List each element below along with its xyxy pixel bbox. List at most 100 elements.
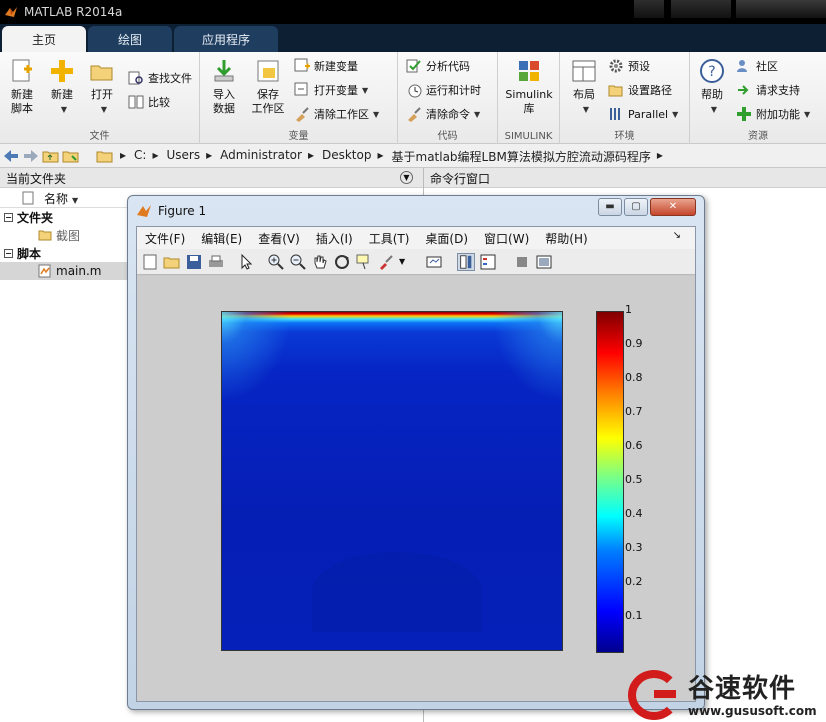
menu-window[interactable]: 窗口(W) [484,230,529,247]
save-workspace-button[interactable]: 保存 工作区 [246,58,290,128]
tab-home[interactable]: 主页 [2,26,86,52]
figure-close-button[interactable]: ✕ [650,198,696,216]
breadcrumb-item[interactable]: Administrator [220,148,302,165]
figure-window[interactable]: Figure 1 ▬ ▢ ✕ 文件(F) 编辑(E) 查看(V) 插入(I) 工… [127,195,705,710]
pointer-icon[interactable] [237,253,255,271]
tab-plots[interactable]: 绘图 [88,26,172,52]
open-button[interactable]: 打开 ▼ [82,58,122,128]
variable-group: 导入 数据 保存 工作区 新建变量 打开变量 ▼ 清除工作区 ▼ 变量 [200,52,398,144]
request-support-button[interactable]: 请求支持 [736,80,800,100]
minimize-button[interactable] [634,0,664,18]
legend-toggle-icon[interactable] [479,253,497,271]
svg-text:?: ? [708,64,715,80]
layout-icon [572,60,596,82]
addons-button[interactable]: 附加功能 ▼ [736,104,810,124]
new-script-button[interactable]: 新建 脚本 [2,58,42,128]
find-files-button[interactable]: 查找文件 [128,68,192,88]
data-cursor-icon[interactable] [355,253,373,271]
maximize-button[interactable] [671,0,731,18]
menu-help[interactable]: 帮助(H) [545,230,587,247]
menu-file[interactable]: 文件(F) [145,230,185,247]
new-figure-icon[interactable] [141,253,159,271]
colorbar-tick-label: 0.4 [625,507,643,520]
watermark: 谷速软件 www.gususoft.com [624,668,826,722]
preferences-button[interactable]: 预设 [608,56,650,76]
compare-button[interactable]: 比较 [128,92,170,112]
community-icon [737,60,747,72]
set-path-button[interactable]: 设置路径 [608,80,672,100]
clear-commands-icon [408,107,421,122]
colorbar-toggle-icon[interactable] [457,253,475,271]
show-plot-tools-icon[interactable] [535,253,553,271]
menu-insert[interactable]: 插入(I) [316,230,353,247]
panel-menu-icon[interactable]: ▼ [400,171,413,184]
collapse-icon[interactable]: − [4,248,13,258]
dock-arrow-icon[interactable]: ↘ [673,230,681,241]
parallel-button[interactable]: Parallel ▼ [608,104,678,124]
figure-minimize-button[interactable]: ▬ [598,198,622,216]
menu-desktop[interactable]: 桌面(D) [425,230,468,247]
breadcrumb-item[interactable]: C: [134,148,146,165]
import-icon [214,60,234,82]
velocity-field-plot[interactable] [221,311,563,651]
run-and-time-button[interactable]: 运行和计时 [406,80,481,100]
support-icon [738,85,749,95]
breadcrumb-item[interactable]: Desktop [322,148,372,165]
analyze-code-icon [406,59,421,73]
menu-edit[interactable]: 编辑(E) [201,230,242,247]
address-bar: ▸ C: ▸ Users ▸ Administrator ▸ Desktop ▸ 基于m… [0,144,826,168]
colorbar-tick-label: 0.5 [625,473,643,486]
matlab-script-icon [38,264,51,278]
file-group: 新建 脚本 新建 ▼ 打开 ▼ 查找文件 比较 文件 [0,52,200,144]
analyze-code-button[interactable]: 分析代码 [406,56,470,76]
layout-button[interactable]: 布局 ▼ [564,58,604,128]
watermark-url: www.gususoft.com [688,704,817,718]
rotate-3d-icon[interactable] [333,253,351,271]
breadcrumb-item[interactable]: Users [166,148,200,165]
import-data-button[interactable]: 导入 数据 [204,58,244,128]
collapse-icon[interactable]: − [4,212,13,222]
simulink-library-button[interactable]: Simulink 库 [504,58,554,128]
zoom-out-icon[interactable] [289,253,307,271]
colorbar-tick-label: 0.7 [625,405,643,418]
breadcrumb[interactable]: ▸ C: ▸ Users ▸ Administrator ▸ Desktop ▸ 基于m… [118,148,671,165]
forward-arrow-icon[interactable] [22,148,40,164]
help-icon: ? [700,59,724,83]
open-file-icon[interactable] [163,253,181,271]
matlab-logo-icon [137,205,151,217]
new-button[interactable]: 新建 ▼ [42,58,82,128]
tab-apps[interactable]: 应用程序 [174,26,278,52]
brush-data-icon[interactable] [377,253,395,271]
new-script-icon [12,59,32,82]
community-button[interactable]: 社区 [736,56,778,76]
save-icon[interactable] [185,253,203,271]
gear-icon [609,59,623,73]
pan-hand-icon[interactable] [311,253,329,271]
code-group: 分析代码 运行和计时 清除命令 ▼ 代码 [398,52,498,144]
print-icon[interactable] [207,253,225,271]
colorbar-tick-label: 0.8 [625,371,643,384]
menu-view[interactable]: 查看(V) [258,230,300,247]
colorbar[interactable] [596,311,624,653]
help-button[interactable]: ? 帮助 ▼ [692,58,732,128]
menu-tools[interactable]: 工具(T) [369,230,410,247]
brush-dropdown-icon[interactable]: ▼ [399,257,405,266]
clear-workspace-button[interactable]: 清除工作区 ▼ [294,104,379,124]
open-variable-button[interactable]: 打开变量 ▼ [294,80,368,100]
zoom-in-icon[interactable] [267,253,285,271]
addons-icon [737,107,751,121]
figure-canvas[interactable]: 1 0.9 0.8 0.7 0.6 0.5 0.4 0.3 0.2 0.1 [137,276,695,701]
colorbar-tick-label: 0.1 [625,609,643,622]
link-plot-icon[interactable] [425,253,443,271]
browse-folder-icon[interactable] [62,148,80,164]
set-path-icon [608,85,623,97]
figure-maximize-button[interactable]: ▢ [624,198,648,216]
breadcrumb-item[interactable]: 基于matlab编程LBM算法模拟方腔流动源码程序 [392,148,651,165]
clear-commands-button[interactable]: 清除命令 ▼ [406,104,480,124]
close-button[interactable] [736,0,826,18]
back-arrow-icon[interactable] [2,148,20,164]
new-variable-button[interactable]: 新建变量 [294,56,358,76]
hide-plot-tools-icon[interactable] [513,253,531,271]
ribbon-tabs: 主页 绘图 应用程序 [0,24,826,52]
up-folder-icon[interactable] [42,148,60,164]
